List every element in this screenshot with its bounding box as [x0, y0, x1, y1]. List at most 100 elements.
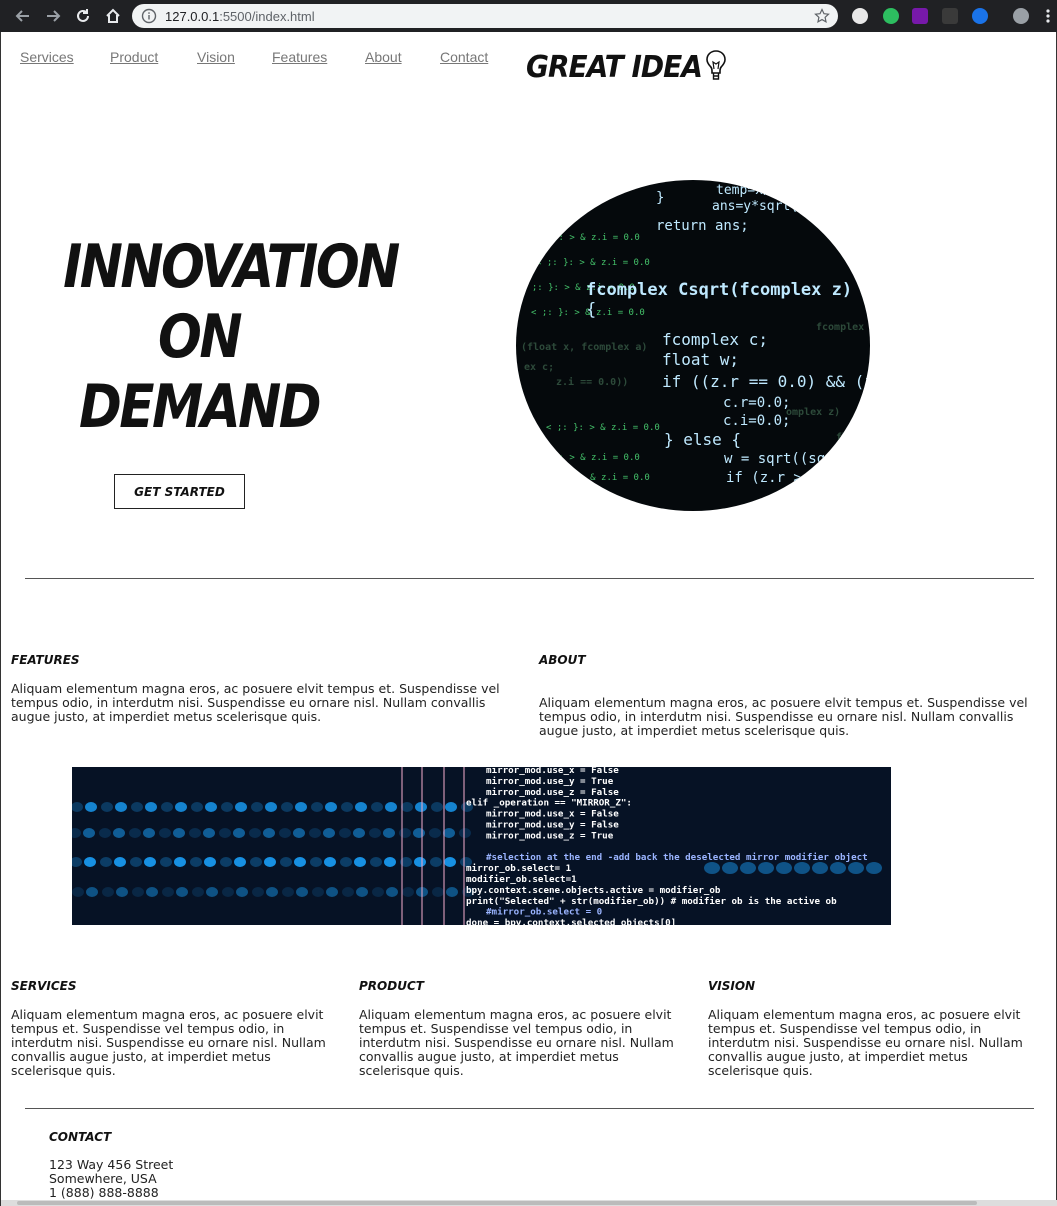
- horizontal-scrollbar[interactable]: [1, 1200, 1057, 1206]
- bokeh-dot: [370, 857, 382, 867]
- bokeh-dot: [312, 887, 324, 897]
- bokeh-dot: [146, 887, 158, 897]
- code-line: mirror_mod.use_y = True: [486, 776, 614, 787]
- download-icon[interactable]: [942, 8, 958, 24]
- bokeh-dot: [413, 828, 425, 838]
- drive-icon[interactable]: [1013, 8, 1029, 24]
- bokeh-dot: [143, 828, 155, 838]
- back-icon[interactable]: [10, 3, 36, 29]
- hero-title: Innovation on Demand: [63, 232, 400, 442]
- scrollbar-thumb[interactable]: [17, 1201, 977, 1205]
- contact-phone-line: 1 (888) 888-8888: [49, 1185, 159, 1200]
- bokeh-dot: [84, 857, 96, 867]
- code-line: float w;: [662, 350, 739, 369]
- code-banner-image: mirror_mod.use_x = False mirror_mod.use_y…: [72, 767, 891, 925]
- bokeh-dot: [325, 802, 337, 812]
- features-heading: Features: [11, 653, 80, 667]
- code-line: done = bpy.context.selected_objects[0]: [466, 918, 676, 925]
- product-heading: Product: [359, 979, 424, 993]
- bokeh-dot: [341, 802, 353, 812]
- bokeh-dot: [280, 857, 292, 867]
- evernote-icon[interactable]: [883, 8, 899, 24]
- bokeh-dot: [414, 857, 426, 867]
- nav-link-services[interactable]: Services: [20, 49, 74, 65]
- bokeh-dot: [236, 887, 248, 897]
- nav-link-features[interactable]: Features: [272, 49, 327, 65]
- services-text: Aliquam elementum magna eros, ac posuere…: [11, 1007, 326, 1078]
- site-logo[interactable]: GREAT IDEA: [526, 46, 728, 86]
- bokeh-dot: [326, 887, 338, 897]
- bokeh-dot: [794, 862, 810, 874]
- bokeh-dot: [399, 828, 411, 838]
- bokeh-dot: [295, 802, 307, 812]
- banner-code-graphic: mirror_mod.use_x = Falsemirror_mod.use_y…: [72, 767, 882, 925]
- services-heading: Services: [11, 979, 77, 993]
- bokeh-dot: [281, 802, 293, 812]
- nav-link-product[interactable]: Product: [110, 49, 158, 65]
- bokeh-dot: [72, 828, 81, 838]
- forward-icon[interactable]: [40, 3, 66, 29]
- code-line: if (z.r >= 0.0){: [726, 470, 861, 486]
- bokeh-dot: [356, 887, 368, 897]
- address-bar[interactable]: 127.0.0.1:5500/index.html: [132, 4, 838, 28]
- code-line: bpy.context.scene.objects.active = modif…: [466, 885, 721, 896]
- bokeh-dot: [72, 857, 82, 867]
- nav-link-about[interactable]: About: [365, 49, 402, 65]
- bokeh-dot: [174, 857, 186, 867]
- home-icon[interactable]: [100, 3, 126, 29]
- bokeh-dot: [101, 802, 113, 812]
- code-line: if ((z.r == 0.0) && (z.i == 0.0)) {: [662, 372, 870, 391]
- bokeh-dot: [386, 887, 398, 897]
- bokeh-dot: [160, 857, 172, 867]
- divider: [25, 1108, 1034, 1109]
- bokeh-dot: [265, 802, 277, 812]
- about-heading: About: [539, 653, 586, 667]
- divider: [25, 578, 1034, 579]
- bokeh-dot: [205, 802, 217, 812]
- vision-heading: Vision: [708, 979, 756, 993]
- menu-dots-icon[interactable]: [1046, 8, 1050, 24]
- reload-icon[interactable]: [70, 3, 96, 29]
- bokeh-dot: [310, 857, 322, 867]
- url-text: 127.0.0.1:5500/index.html: [165, 8, 315, 24]
- nav-link-contact[interactable]: Contact: [440, 49, 488, 65]
- bokeh-dot: [294, 857, 306, 867]
- info-icon[interactable]: [141, 8, 157, 24]
- bokeh-dot: [446, 887, 458, 897]
- bokeh-dot: [222, 887, 234, 897]
- bokeh-dot: [459, 828, 471, 838]
- code-line-dim: z.i == 0.0)): [556, 376, 628, 388]
- bokeh-dot: [311, 802, 323, 812]
- bokeh-dot: [401, 802, 413, 812]
- bokeh-dot: [233, 828, 245, 838]
- hero-title-line: on: [158, 302, 242, 372]
- onenote-icon[interactable]: [912, 8, 928, 24]
- bokeh-dot: [102, 887, 114, 897]
- code-line-green: < ;: }: > & z.i = 0.0: [526, 233, 640, 243]
- bookmark-star-icon[interactable]: [814, 8, 830, 24]
- bokeh-dot: [161, 802, 173, 812]
- code-line-dim: omplex z): [786, 407, 840, 418]
- code-line: return ans;: [656, 218, 749, 234]
- bokeh-dot: [129, 828, 141, 838]
- code-line: fcomplex Csqrt(fcomplex z): [586, 280, 852, 300]
- bokeh-dot: [145, 802, 157, 812]
- bokeh-dot: [83, 828, 95, 838]
- bokeh-dot: [114, 857, 126, 867]
- hero-title-line: Demand: [79, 372, 321, 442]
- bokeh-dot: [415, 802, 427, 812]
- bokeh-dot: [812, 862, 828, 874]
- product-text: Aliquam elementum magna eros, ac posuere…: [359, 1007, 674, 1078]
- code-line: mirror_mod.use_z = True: [486, 830, 614, 841]
- bokeh-dot: [758, 862, 774, 874]
- about-text: Aliquam elementum magna eros, ac posuere…: [539, 695, 1028, 738]
- nav-link-vision[interactable]: Vision: [197, 49, 235, 65]
- bokeh-dot: [173, 828, 185, 838]
- code-line: } else {: [664, 430, 741, 449]
- get-started-button[interactable]: Get Started: [114, 474, 245, 509]
- code-line: c.i=0.0;: [723, 413, 790, 429]
- extension-blue-icon[interactable]: [972, 8, 988, 24]
- bokeh-dot: [144, 857, 156, 867]
- code-line-dim: float: [836, 432, 866, 443]
- extension-icon[interactable]: [852, 8, 868, 24]
